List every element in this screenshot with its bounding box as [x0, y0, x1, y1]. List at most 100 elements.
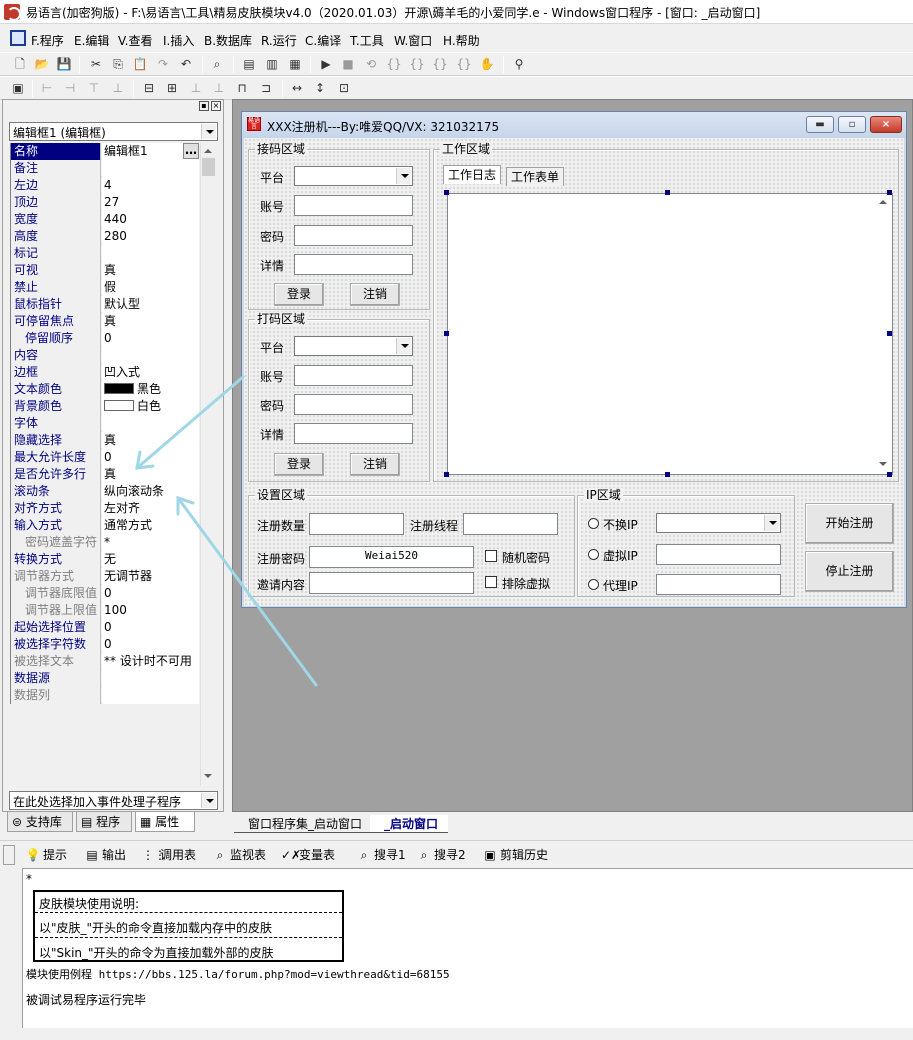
property-value[interactable]: 0: [102, 636, 199, 653]
align-center-icon[interactable]: ⊣: [61, 79, 79, 97]
property-row[interactable]: 背景颜色 白色: [11, 398, 199, 415]
captcha-details-input[interactable]: [294, 423, 413, 444]
chevron-down-icon[interactable]: [764, 515, 779, 531]
property-row[interactable]: 数据列: [11, 687, 199, 704]
selection-handle[interactable]: [665, 472, 670, 477]
run-icon[interactable]: ▶: [317, 55, 335, 73]
property-value[interactable]: [102, 670, 199, 687]
property-row[interactable]: 被选择字符数 0: [11, 636, 199, 653]
layout-1-icon[interactable]: ▤: [240, 55, 258, 73]
property-value[interactable]: 100: [102, 602, 199, 619]
tab-call-table[interactable]: ⋮⋮调用表: [142, 846, 196, 864]
tab-window-assembly[interactable]: 窗口程序集_启动窗口: [234, 815, 373, 833]
color-swatch[interactable]: [104, 383, 134, 394]
property-row[interactable]: 密码遮盖字符 *: [11, 534, 199, 551]
scroll-thumb[interactable]: [202, 158, 215, 176]
captcha-login-button[interactable]: 登录: [274, 453, 324, 476]
same-size-icon[interactable]: ⊡: [335, 79, 353, 97]
property-value[interactable]: 无调节器: [102, 568, 199, 585]
same-width-icon[interactable]: ⊓: [233, 79, 251, 97]
menu-program[interactable]: F.程序: [31, 32, 64, 49]
reg-count-input[interactable]: [309, 513, 404, 535]
exclude-virtual-label[interactable]: 排除虚拟: [502, 575, 550, 592]
tab-search2[interactable]: ⌕ 搜寻2: [416, 846, 466, 864]
property-row[interactable]: 宽度 440: [11, 211, 199, 228]
step-out-icon[interactable]: {}: [431, 55, 449, 73]
receive-password-input[interactable]: [294, 225, 413, 246]
center-horizontal-icon[interactable]: ⊟: [140, 79, 158, 97]
output-panel[interactable]: * 皮肤模块使用说明: 以"皮肤_"开头的命令直接加载内存中的皮肤 以"Skin…: [22, 868, 913, 1028]
reg-password-input[interactable]: Weiai520: [309, 546, 474, 568]
property-row[interactable]: 字体: [11, 415, 199, 432]
property-value[interactable]: *: [102, 534, 199, 551]
property-value[interactable]: 0: [102, 330, 199, 347]
chevron-down-icon[interactable]: [396, 168, 411, 184]
tab-properties[interactable]: ▦ 属性: [135, 812, 195, 832]
tab-variables[interactable]: ✓✗变量表: [281, 846, 335, 864]
property-value[interactable]: 4: [102, 177, 199, 194]
minimize-icon[interactable]: ▬: [806, 116, 834, 133]
captcha-account-input[interactable]: [294, 365, 413, 386]
property-row[interactable]: 边框 凹入式: [11, 364, 199, 381]
redo-icon[interactable]: ↷: [154, 55, 172, 73]
save-icon[interactable]: 💾: [55, 55, 73, 73]
proxy-ip-input[interactable]: [656, 574, 781, 595]
receive-logout-button[interactable]: 注销: [350, 283, 400, 306]
menu-insert[interactable]: I.插入: [163, 32, 194, 49]
property-row[interactable]: 可停留焦点真: [11, 313, 199, 330]
virtual-ip-radio[interactable]: [588, 549, 599, 560]
property-value[interactable]: 0: [102, 619, 199, 636]
menu-compile[interactable]: C.编译: [305, 32, 341, 49]
exclude-virtual-checkbox[interactable]: [485, 576, 497, 588]
receive-login-button[interactable]: 登录: [274, 283, 324, 306]
space-horizontal-icon[interactable]: ⊥: [187, 79, 205, 97]
property-row[interactable]: 备注: [11, 160, 199, 177]
chevron-down-icon[interactable]: [396, 338, 411, 354]
tab-startup-window[interactable]: _启动窗口: [370, 815, 449, 833]
property-row[interactable]: 最大允许长度 0: [11, 449, 199, 466]
tab-program[interactable]: ▤ 程序: [76, 812, 132, 832]
menu-database[interactable]: B.数据库: [204, 32, 252, 49]
center-vertical-icon[interactable]: ⊞: [163, 79, 181, 97]
step-into-icon[interactable]: {}: [385, 55, 403, 73]
menu-run[interactable]: R.运行: [261, 32, 297, 49]
property-row[interactable]: 标记: [11, 245, 199, 262]
tab-output[interactable]: ▤ 输出: [84, 846, 126, 864]
scroll-down-icon[interactable]: [879, 462, 888, 468]
copy-icon[interactable]: ⎘: [109, 55, 127, 73]
layout-2-icon[interactable]: ▥: [263, 55, 281, 73]
pause-hand-icon[interactable]: ✋: [478, 55, 496, 73]
selection-handle[interactable]: [444, 190, 449, 195]
property-row[interactable]: 转换方式无: [11, 551, 199, 568]
form-icon[interactable]: ▣: [9, 79, 27, 97]
property-value[interactable]: 假: [102, 279, 199, 296]
property-value[interactable]: 凹入式: [102, 364, 199, 381]
reg-thread-input[interactable]: [463, 513, 558, 535]
property-row[interactable]: 输入方式 通常方式: [11, 517, 199, 534]
step-over-icon[interactable]: {}: [408, 55, 426, 73]
property-value[interactable]: 白色: [102, 398, 199, 415]
virtual-ip-input[interactable]: [656, 544, 781, 565]
property-row[interactable]: 起始选择位置 0: [11, 619, 199, 636]
random-password-label[interactable]: 随机密码: [502, 549, 550, 566]
virtual-ip-label[interactable]: 虚拟IP: [603, 547, 638, 564]
undo-icon[interactable]: ↶: [177, 55, 195, 73]
property-row[interactable]: 禁止假: [11, 279, 199, 296]
property-row[interactable]: 内容: [11, 347, 199, 364]
same-size-v-icon[interactable]: ↕: [311, 79, 329, 97]
property-value[interactable]: 440: [102, 211, 199, 228]
stop-register-button[interactable]: 停止注册: [805, 551, 894, 592]
property-row[interactable]: 对齐方式 左对齐: [11, 500, 199, 517]
tab-hint[interactable]: 💡 提示: [25, 846, 68, 864]
invite-content-input[interactable]: [309, 572, 474, 594]
receive-details-input[interactable]: [294, 254, 413, 275]
captcha-password-input[interactable]: [294, 394, 413, 415]
property-value[interactable]: 0: [102, 449, 199, 466]
property-value[interactable]: 左对齐: [102, 500, 199, 517]
tab-search1[interactable]: ⌕ 搜寻1: [356, 846, 406, 864]
property-value[interactable]: [102, 245, 199, 262]
property-value[interactable]: 真: [102, 262, 199, 279]
selection-handle[interactable]: [444, 472, 449, 477]
property-value[interactable]: 0: [102, 585, 199, 602]
property-value[interactable]: 无: [102, 551, 199, 568]
